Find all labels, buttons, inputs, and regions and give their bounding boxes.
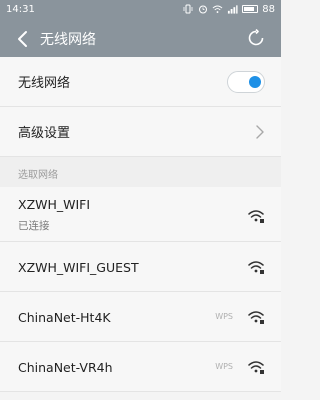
back-button[interactable] xyxy=(8,24,38,54)
wifi-status-icon xyxy=(212,4,223,15)
status-icons: 88 xyxy=(182,4,275,15)
status-bar: 14:31 88 xyxy=(0,0,281,18)
network-item[interactable]: XZWH_WIFI 已连接 xyxy=(0,187,281,242)
network-ssid: XZWH_WIFI xyxy=(18,197,91,212)
advanced-settings-label: 高级设置 xyxy=(18,126,71,141)
refresh-button[interactable] xyxy=(243,25,269,51)
toggle-knob xyxy=(249,76,261,88)
wifi-toggle-label: 无线网络 xyxy=(18,76,71,91)
chevron-right-icon xyxy=(256,125,264,139)
app-header: 14:31 88 无线网络 xyxy=(0,0,281,57)
network-ssid: ChinaNet-VR4h xyxy=(18,360,113,375)
choose-network-section-label: 选取网络 xyxy=(0,157,281,187)
wifi-toggle-switch[interactable] xyxy=(227,71,265,93)
wifi-toggle-row[interactable]: 无线网络 xyxy=(0,57,281,107)
alarm-icon xyxy=(197,4,208,15)
network-ssid: ChinaNet-Ht4K xyxy=(18,310,111,325)
battery-icon xyxy=(242,5,259,13)
page-title: 无线网络 xyxy=(40,31,96,48)
battery-percentage: 88 xyxy=(262,3,275,15)
network-status: 已连接 xyxy=(18,220,50,232)
network-item[interactable]: ChinaNet-VR4h WPS xyxy=(0,342,281,392)
signal-icon xyxy=(227,4,238,15)
vibrate-icon xyxy=(182,4,193,15)
status-time: 14:31 xyxy=(6,3,35,15)
title-bar: 无线网络 xyxy=(0,20,281,57)
wifi-lock-icon xyxy=(248,261,264,274)
chevron-left-icon xyxy=(18,30,27,47)
wps-badge: WPS xyxy=(215,312,233,321)
network-ssid: XZWH_WIFI_GUEST xyxy=(18,260,139,275)
wifi-lock-icon xyxy=(248,311,264,324)
settings-content: 无线网络 高级设置 选取网络 XZWH_WIFI 已连接 XZWH_WIFI_G… xyxy=(0,57,281,392)
network-item[interactable]: ChinaNet-Ht4K WPS xyxy=(0,292,281,342)
refresh-icon xyxy=(248,29,264,46)
wifi-lock-icon xyxy=(248,361,264,374)
wps-badge: WPS xyxy=(215,362,233,371)
advanced-settings-row[interactable]: 高级设置 xyxy=(0,107,281,157)
network-item[interactable]: XZWH_WIFI_GUEST xyxy=(0,242,281,292)
wifi-lock-icon xyxy=(248,210,264,223)
